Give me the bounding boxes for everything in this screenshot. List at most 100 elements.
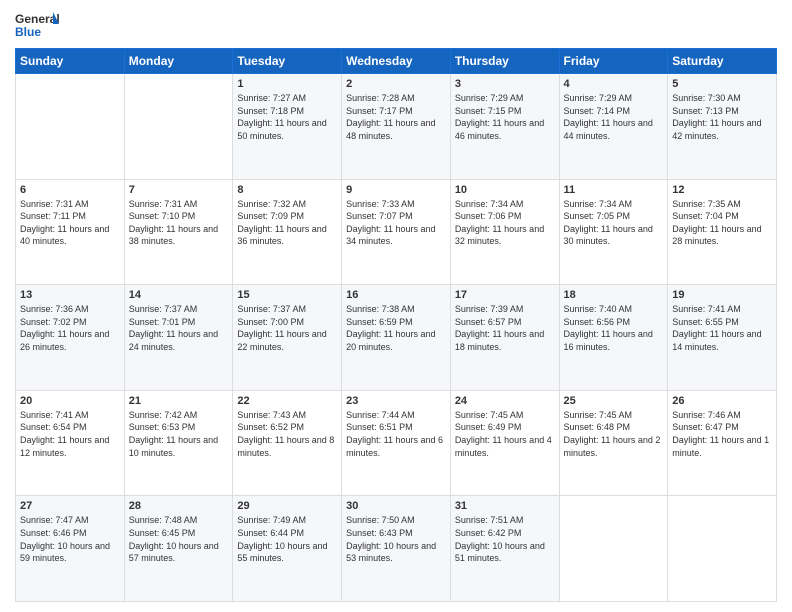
calendar-cell: 22Sunrise: 7:43 AM Sunset: 6:52 PM Dayli… bbox=[233, 390, 342, 496]
day-info: Sunrise: 7:47 AM Sunset: 6:46 PM Dayligh… bbox=[20, 514, 120, 564]
calendar-week-row: 20Sunrise: 7:41 AM Sunset: 6:54 PM Dayli… bbox=[16, 390, 777, 496]
calendar-cell: 26 Sunrise: 7:46 AM Sunset: 6:47 PM Dayli… bbox=[668, 390, 777, 496]
day-number: 3 bbox=[455, 78, 555, 90]
day-info: Sunrise: 7:50 AM Sunset: 6:43 PM Dayligh… bbox=[346, 514, 446, 564]
day-number: 25 bbox=[564, 395, 664, 407]
calendar-week-row: 13 Sunrise: 7:36 AM Sunset: 7:02 PM Dayli… bbox=[16, 285, 777, 391]
day-number: 20 bbox=[20, 395, 120, 407]
calendar-table: SundayMondayTuesdayWednesdayThursdayFrid… bbox=[15, 48, 777, 602]
calendar-cell: 19 Sunrise: 7:41 AM Sunset: 6:55 PM Dayli… bbox=[668, 285, 777, 391]
calendar-weekday-saturday: Saturday bbox=[668, 49, 777, 74]
day-number: 24 bbox=[455, 395, 555, 407]
calendar-cell: 18 Sunrise: 7:40 AM Sunset: 6:56 PM Dayli… bbox=[559, 285, 668, 391]
calendar-cell: 25 Sunrise: 7:45 AM Sunset: 6:48 PM Dayli… bbox=[559, 390, 668, 496]
calendar-weekday-monday: Monday bbox=[124, 49, 233, 74]
calendar-cell bbox=[668, 496, 777, 602]
day-info: Sunrise: 7:48 AM Sunset: 6:45 PM Dayligh… bbox=[129, 514, 229, 564]
calendar-cell: 27 Sunrise: 7:47 AM Sunset: 6:46 PM Dayli… bbox=[16, 496, 125, 602]
day-info: Sunrise: 7:40 AM Sunset: 6:56 PM Dayligh… bbox=[564, 303, 664, 353]
day-info: Sunrise: 7:45 AM Sunset: 6:49 PM Dayligh… bbox=[455, 409, 555, 459]
day-info: Sunrise: 7:31 AM Sunset: 7:10 PM Dayligh… bbox=[129, 198, 229, 248]
calendar-week-row: 27 Sunrise: 7:47 AM Sunset: 6:46 PM Dayli… bbox=[16, 496, 777, 602]
calendar-cell: 11 Sunrise: 7:34 AM Sunset: 7:05 PM Dayli… bbox=[559, 179, 668, 285]
calendar-cell: 1 Sunrise: 7:27 AM Sunset: 7:18 PM Daylig… bbox=[233, 74, 342, 180]
calendar-cell: 16 Sunrise: 7:38 AM Sunset: 6:59 PM Dayli… bbox=[342, 285, 451, 391]
day-info: Sunrise: 7:46 AM Sunset: 6:47 PM Dayligh… bbox=[672, 409, 772, 459]
day-number: 21 bbox=[129, 395, 229, 407]
day-info: Sunrise: 7:51 AM Sunset: 6:42 PM Dayligh… bbox=[455, 514, 555, 564]
day-info: Sunrise: 7:29 AM Sunset: 7:14 PM Dayligh… bbox=[564, 92, 664, 142]
calendar-cell: 4Sunrise: 7:29 AM Sunset: 7:14 PM Daylig… bbox=[559, 74, 668, 180]
calendar-cell: 13 Sunrise: 7:36 AM Sunset: 7:02 PM Dayli… bbox=[16, 285, 125, 391]
day-info: Sunrise: 7:41 AM Sunset: 6:55 PM Dayligh… bbox=[672, 303, 772, 353]
day-info: Sunrise: 7:39 AM Sunset: 6:57 PM Dayligh… bbox=[455, 303, 555, 353]
day-number: 31 bbox=[455, 500, 555, 512]
svg-text:General: General bbox=[15, 12, 60, 26]
calendar-week-row: 6 Sunrise: 7:31 AM Sunset: 7:11 PM Daylig… bbox=[16, 179, 777, 285]
day-number: 28 bbox=[129, 500, 229, 512]
calendar-cell: 7Sunrise: 7:31 AM Sunset: 7:10 PM Daylig… bbox=[124, 179, 233, 285]
day-info: Sunrise: 7:49 AM Sunset: 6:44 PM Dayligh… bbox=[237, 514, 337, 564]
day-number: 11 bbox=[564, 184, 664, 196]
day-number: 6 bbox=[20, 184, 120, 196]
day-number: 1 bbox=[237, 78, 337, 90]
calendar-cell: 31 Sunrise: 7:51 AM Sunset: 6:42 PM Dayli… bbox=[450, 496, 559, 602]
day-number: 19 bbox=[672, 289, 772, 301]
day-number: 30 bbox=[346, 500, 446, 512]
day-info: Sunrise: 7:35 AM Sunset: 7:04 PM Dayligh… bbox=[672, 198, 772, 248]
day-info: Sunrise: 7:44 AM Sunset: 6:51 PM Dayligh… bbox=[346, 409, 446, 459]
day-number: 8 bbox=[237, 184, 337, 196]
calendar-cell: 28 Sunrise: 7:48 AM Sunset: 6:45 PM Dayli… bbox=[124, 496, 233, 602]
calendar-cell: 23Sunrise: 7:44 AM Sunset: 6:51 PM Dayli… bbox=[342, 390, 451, 496]
day-info: Sunrise: 7:32 AM Sunset: 7:09 PM Dayligh… bbox=[237, 198, 337, 248]
day-number: 13 bbox=[20, 289, 120, 301]
day-number: 12 bbox=[672, 184, 772, 196]
day-number: 9 bbox=[346, 184, 446, 196]
day-number: 5 bbox=[672, 78, 772, 90]
calendar-body: 1 Sunrise: 7:27 AM Sunset: 7:18 PM Daylig… bbox=[16, 74, 777, 602]
calendar-header-row: SundayMondayTuesdayWednesdayThursdayFrid… bbox=[16, 49, 777, 74]
day-number: 26 bbox=[672, 395, 772, 407]
calendar-cell: 15 Sunrise: 7:37 AM Sunset: 7:00 PM Dayli… bbox=[233, 285, 342, 391]
calendar-cell bbox=[559, 496, 668, 602]
calendar-cell: 9Sunrise: 7:33 AM Sunset: 7:07 PM Daylig… bbox=[342, 179, 451, 285]
day-number: 2 bbox=[346, 78, 446, 90]
day-info: Sunrise: 7:34 AM Sunset: 7:06 PM Dayligh… bbox=[455, 198, 555, 248]
day-number: 15 bbox=[237, 289, 337, 301]
day-info: Sunrise: 7:43 AM Sunset: 6:52 PM Dayligh… bbox=[237, 409, 337, 459]
calendar-cell: 20Sunrise: 7:41 AM Sunset: 6:54 PM Dayli… bbox=[16, 390, 125, 496]
day-info: Sunrise: 7:37 AM Sunset: 7:00 PM Dayligh… bbox=[237, 303, 337, 353]
calendar-cell: 29Sunrise: 7:49 AM Sunset: 6:44 PM Dayli… bbox=[233, 496, 342, 602]
day-number: 27 bbox=[20, 500, 120, 512]
day-number: 14 bbox=[129, 289, 229, 301]
calendar-cell: 10 Sunrise: 7:34 AM Sunset: 7:06 PM Dayli… bbox=[450, 179, 559, 285]
day-number: 16 bbox=[346, 289, 446, 301]
calendar-cell bbox=[124, 74, 233, 180]
calendar-weekday-friday: Friday bbox=[559, 49, 668, 74]
calendar-cell: 2 Sunrise: 7:28 AM Sunset: 7:17 PM Daylig… bbox=[342, 74, 451, 180]
calendar-weekday-tuesday: Tuesday bbox=[233, 49, 342, 74]
day-info: Sunrise: 7:38 AM Sunset: 6:59 PM Dayligh… bbox=[346, 303, 446, 353]
day-number: 18 bbox=[564, 289, 664, 301]
day-info: Sunrise: 7:45 AM Sunset: 6:48 PM Dayligh… bbox=[564, 409, 664, 459]
calendar-cell: 30 Sunrise: 7:50 AM Sunset: 6:43 PM Dayli… bbox=[342, 496, 451, 602]
day-info: Sunrise: 7:34 AM Sunset: 7:05 PM Dayligh… bbox=[564, 198, 664, 248]
calendar-cell bbox=[16, 74, 125, 180]
calendar-cell: 5Sunrise: 7:30 AM Sunset: 7:13 PM Daylig… bbox=[668, 74, 777, 180]
day-info: Sunrise: 7:36 AM Sunset: 7:02 PM Dayligh… bbox=[20, 303, 120, 353]
day-info: Sunrise: 7:28 AM Sunset: 7:17 PM Dayligh… bbox=[346, 92, 446, 142]
day-info: Sunrise: 7:29 AM Sunset: 7:15 PM Dayligh… bbox=[455, 92, 555, 142]
page: GeneralBlue SundayMondayTuesdayWednesday… bbox=[0, 0, 792, 612]
day-info: Sunrise: 7:27 AM Sunset: 7:18 PM Dayligh… bbox=[237, 92, 337, 142]
calendar-cell: 21Sunrise: 7:42 AM Sunset: 6:53 PM Dayli… bbox=[124, 390, 233, 496]
calendar-cell: 12 Sunrise: 7:35 AM Sunset: 7:04 PM Dayli… bbox=[668, 179, 777, 285]
calendar-cell: 17Sunrise: 7:39 AM Sunset: 6:57 PM Dayli… bbox=[450, 285, 559, 391]
day-info: Sunrise: 7:37 AM Sunset: 7:01 PM Dayligh… bbox=[129, 303, 229, 353]
calendar-cell: 24 Sunrise: 7:45 AM Sunset: 6:49 PM Dayli… bbox=[450, 390, 559, 496]
calendar-cell: 6 Sunrise: 7:31 AM Sunset: 7:11 PM Daylig… bbox=[16, 179, 125, 285]
day-info: Sunrise: 7:31 AM Sunset: 7:11 PM Dayligh… bbox=[20, 198, 120, 248]
svg-text:Blue: Blue bbox=[15, 25, 41, 39]
calendar-cell: 14 Sunrise: 7:37 AM Sunset: 7:01 PM Dayli… bbox=[124, 285, 233, 391]
calendar-weekday-thursday: Thursday bbox=[450, 49, 559, 74]
day-number: 10 bbox=[455, 184, 555, 196]
